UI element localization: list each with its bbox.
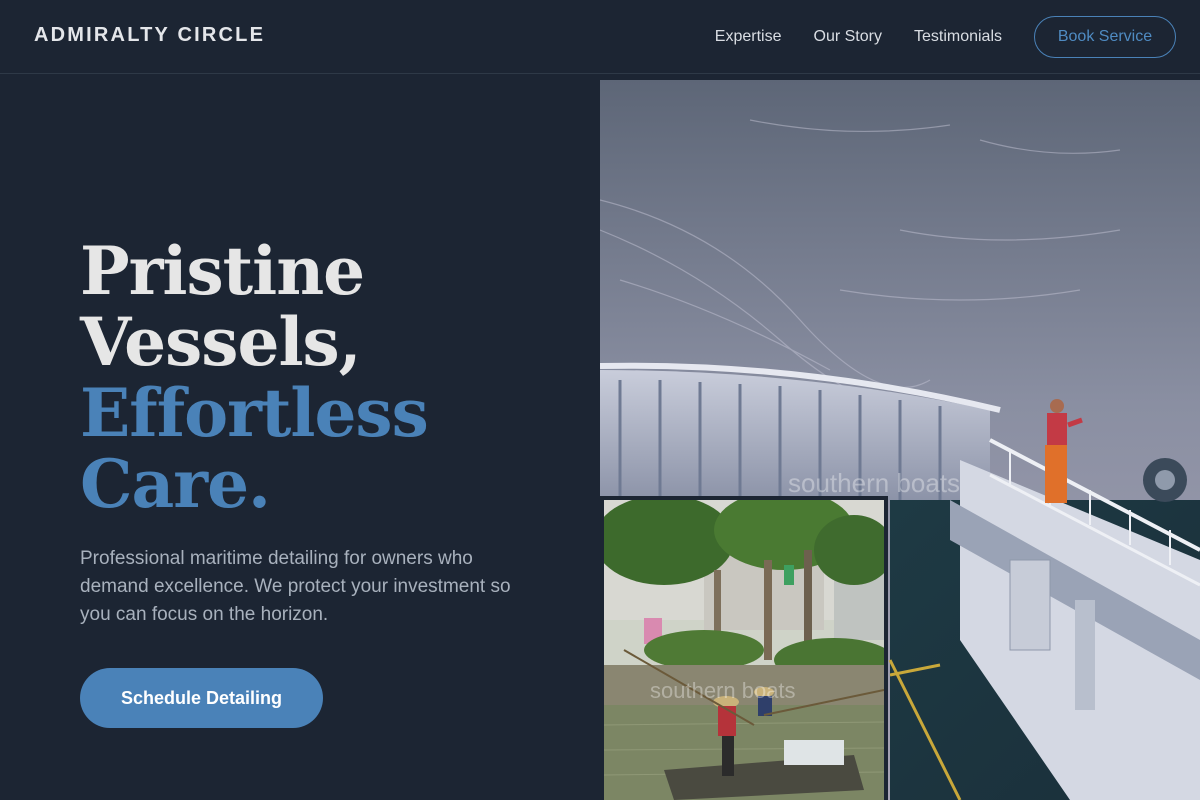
- headline-line-2: Vessels,: [80, 303, 362, 381]
- headline-line-3: Effortless: [80, 374, 429, 452]
- canal-scene-illustration: [604, 500, 884, 800]
- headline-line-1: Pristine: [80, 232, 365, 310]
- nav-link-testimonials[interactable]: Testimonials: [914, 28, 1002, 46]
- top-navigation: ADMIRALTY CIRCLE Expertise Our Story Tes…: [0, 0, 1200, 74]
- hero-photo-canal: southern boats: [600, 496, 888, 800]
- schedule-detailing-button[interactable]: Schedule Detailing: [80, 668, 323, 728]
- book-service-button[interactable]: Book Service: [1034, 16, 1176, 58]
- nav-link-expertise[interactable]: Expertise: [715, 28, 782, 46]
- nav-link-our-story[interactable]: Our Story: [814, 28, 882, 46]
- nav-menu: Expertise Our Story Testimonials Book Se…: [715, 16, 1176, 58]
- brand-logo[interactable]: ADMIRALTY CIRCLE: [34, 24, 265, 47]
- hero-subcopy: Professional maritime detailing for owne…: [80, 548, 511, 625]
- hero-headline: Pristine Vessels, Effortless Care.: [80, 232, 429, 523]
- image-watermark: southern boats: [788, 468, 961, 498]
- image-watermark: southern boats: [650, 678, 796, 703]
- headline-line-4: Care.: [80, 445, 271, 523]
